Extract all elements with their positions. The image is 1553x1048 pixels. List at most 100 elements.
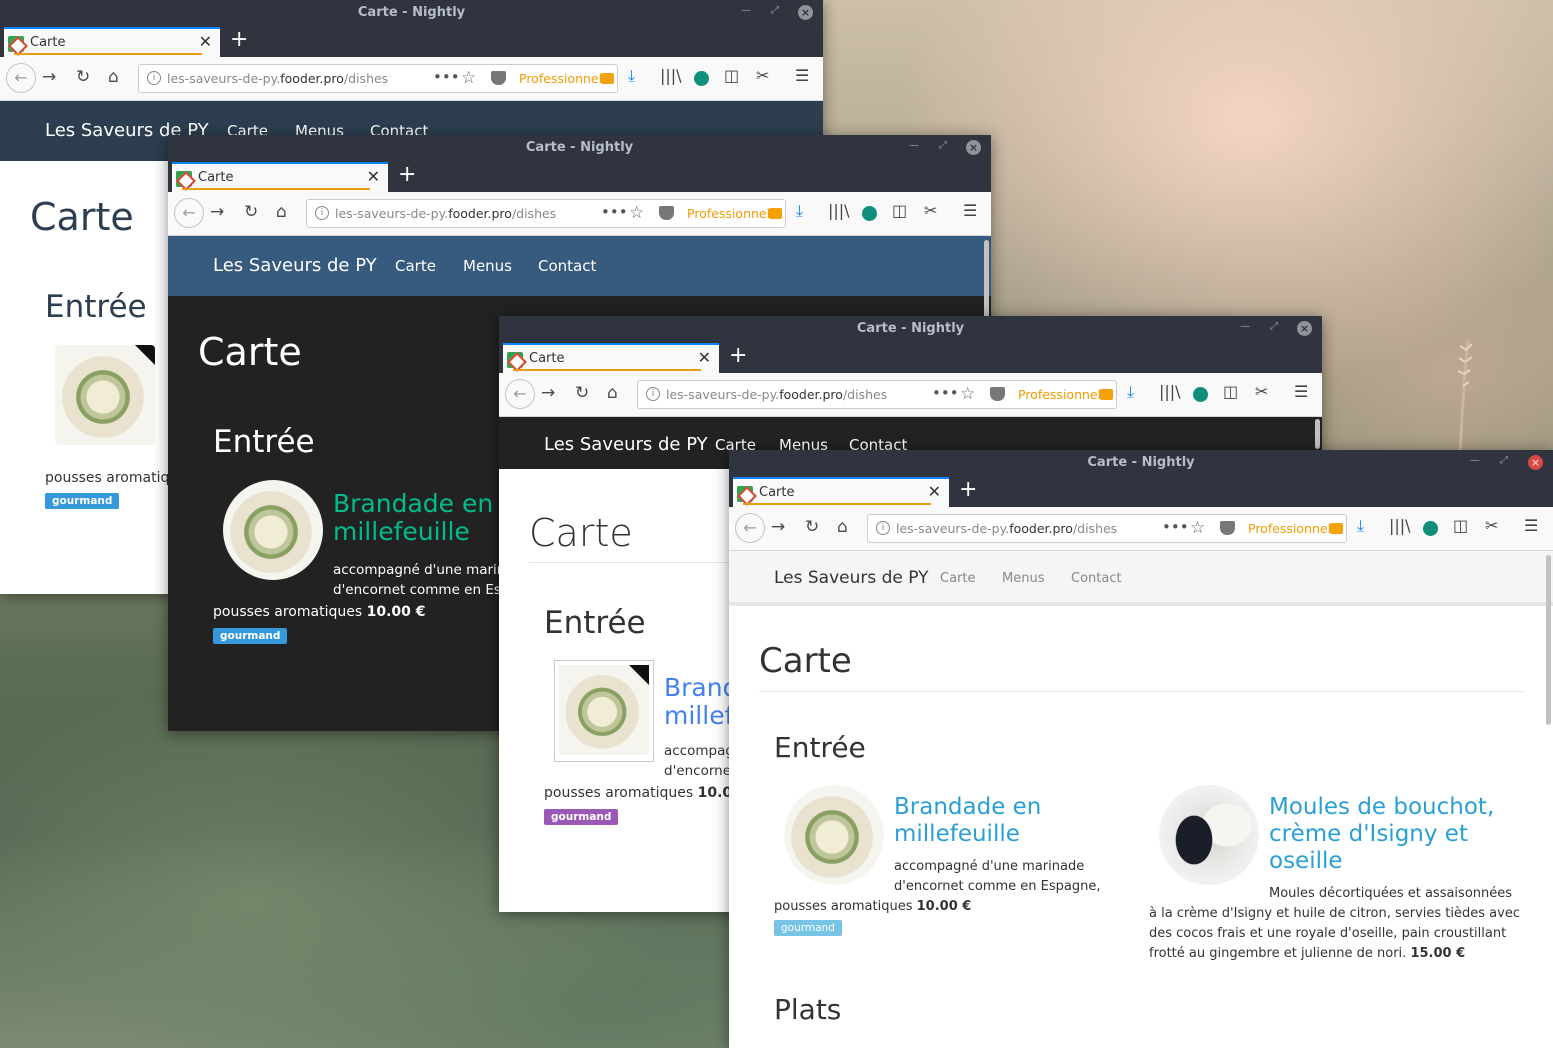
back-icon[interactable]: ← <box>505 379 535 409</box>
more-icon[interactable]: ••• <box>1162 518 1189 536</box>
download-icon[interactable]: ⤓ <box>628 66 635 86</box>
info-icon[interactable]: i <box>646 387 660 401</box>
download-icon[interactable]: ⤓ <box>796 201 803 221</box>
dish-name[interactable]: Brandade enmillefeuille <box>894 794 1041 848</box>
library-icon[interactable]: |||\ <box>1389 516 1411 535</box>
screenshot-icon[interactable]: ✂ <box>924 201 937 220</box>
forward-icon[interactable]: → <box>541 383 555 403</box>
maximize-icon[interactable]: ⤢ <box>939 140 947 151</box>
dish-name[interactable]: Moules de bouchot, crème d'Isigny et oseil… <box>1269 794 1494 875</box>
extension-icon[interactable] <box>1423 521 1438 536</box>
reload-icon[interactable]: ↻ <box>244 202 258 222</box>
url-bar[interactable]: i les-saveurs-de-py.fooder.pro/dishes ••… <box>867 514 1347 543</box>
maximize-icon[interactable]: ⤢ <box>771 5 779 16</box>
tab-carte[interactable]: Carte ✕ <box>4 27 220 57</box>
library-icon[interactable]: |||\ <box>828 201 850 220</box>
library-icon[interactable]: |||\ <box>1159 382 1181 401</box>
forward-icon[interactable]: → <box>210 202 224 222</box>
site-brand[interactable]: Les Saveurs de PY <box>544 434 708 455</box>
menu-icon[interactable]: ☰ <box>1524 516 1538 535</box>
more-icon[interactable]: ••• <box>601 203 628 221</box>
plus-icon[interactable]: + <box>959 477 977 502</box>
pocket-icon[interactable] <box>659 206 674 220</box>
minimize-icon[interactable]: — <box>741 5 751 16</box>
url-bar[interactable]: i les-saveurs-de-py.fooder.pro/dishes ••… <box>306 199 786 228</box>
site-brand[interactable]: Les Saveurs de PY <box>213 255 377 276</box>
download-icon[interactable]: ⤓ <box>1357 516 1364 536</box>
screenshot-icon[interactable]: ✂ <box>1255 382 1268 401</box>
browser-window-4: Carte - Nightly — ⤢ × Carte ✕ + ← → ↻ ⌂ … <box>729 450 1553 1048</box>
download-icon[interactable]: ⤓ <box>1127 382 1134 402</box>
menu-icon[interactable]: ☰ <box>1294 382 1308 401</box>
screenshot-icon[interactable]: ✂ <box>1485 516 1498 535</box>
info-icon[interactable]: i <box>876 521 890 535</box>
home-icon[interactable]: ⌂ <box>837 517 848 537</box>
menu-icon[interactable]: ☰ <box>795 66 809 85</box>
sidebar-icon[interactable]: ◫ <box>724 66 739 85</box>
close-icon[interactable]: ✕ <box>199 32 212 51</box>
nav-link-contact[interactable]: Contact <box>1071 571 1122 586</box>
window-close-icon[interactable]: × <box>966 140 981 155</box>
tab-carte[interactable]: Carte ✕ <box>733 477 949 507</box>
extension-icon[interactable] <box>1193 387 1208 402</box>
bookmark-star-icon[interactable]: ☆ <box>1190 518 1205 538</box>
plus-icon[interactable]: + <box>729 343 747 368</box>
info-icon[interactable]: i <box>315 206 329 220</box>
extension-icon[interactable] <box>862 206 877 221</box>
sidebar-icon[interactable]: ◫ <box>1453 516 1468 535</box>
reload-icon[interactable]: ↻ <box>76 67 90 87</box>
more-icon[interactable]: ••• <box>932 384 959 402</box>
minimize-icon[interactable]: — <box>909 140 919 151</box>
bookmark-star-icon[interactable]: ☆ <box>461 68 476 88</box>
nav-link-carte[interactable]: Carte <box>940 571 975 586</box>
menu-icon[interactable]: ☰ <box>963 201 977 220</box>
maximize-icon[interactable]: ⤢ <box>1500 455 1508 466</box>
window-close-icon[interactable]: × <box>798 5 813 20</box>
back-icon[interactable]: ← <box>735 513 765 543</box>
url-bar[interactable]: i les-saveurs-de-py.fooder.pro/dishes ••… <box>138 64 618 93</box>
window-close-icon[interactable]: × <box>1528 455 1543 470</box>
url-bar[interactable]: i les-saveurs-de-py.fooder.pro/dishes ••… <box>637 380 1117 409</box>
forward-icon[interactable]: → <box>771 517 785 537</box>
pocket-icon[interactable] <box>1220 521 1235 535</box>
plus-icon[interactable]: + <box>230 27 248 52</box>
sidebar-icon[interactable]: ◫ <box>1223 382 1238 401</box>
close-icon[interactable]: ✕ <box>698 348 711 367</box>
plus-icon[interactable]: + <box>398 162 416 187</box>
nav-link-menus[interactable]: Menus <box>1002 571 1044 586</box>
nav-link-contact[interactable]: Contact <box>538 257 596 275</box>
tab-carte[interactable]: Carte ✕ <box>503 343 719 373</box>
minimize-icon[interactable]: — <box>1470 455 1480 466</box>
maximize-icon[interactable]: ⤢ <box>1270 321 1278 332</box>
bookmark-star-icon[interactable]: ☆ <box>960 384 975 404</box>
scrollbar[interactable] <box>1546 555 1551 725</box>
close-icon[interactable]: ✕ <box>367 167 380 186</box>
more-icon[interactable]: ••• <box>433 68 460 86</box>
library-icon[interactable]: |||\ <box>660 66 682 85</box>
sidebar-icon[interactable]: ◫ <box>892 201 907 220</box>
bookmark-star-icon[interactable]: ☆ <box>629 203 644 223</box>
tab-carte[interactable]: Carte ✕ <box>172 162 388 192</box>
back-icon[interactable]: ← <box>174 198 204 228</box>
dish-name[interactable]: Brandade enmillefeuille <box>333 490 493 546</box>
site-brand[interactable]: Les Saveurs de PY <box>774 568 929 588</box>
screenshot-icon[interactable]: ✂ <box>756 66 769 85</box>
scrollbar[interactable] <box>1315 419 1320 449</box>
reload-icon[interactable]: ↻ <box>805 517 819 537</box>
close-icon[interactable]: ✕ <box>928 482 941 501</box>
pocket-icon[interactable] <box>491 71 506 85</box>
back-icon[interactable]: ← <box>6 63 36 93</box>
home-icon[interactable]: ⌂ <box>607 383 618 403</box>
info-icon[interactable]: i <box>147 71 161 85</box>
reload-icon[interactable]: ↻ <box>575 383 589 403</box>
window-close-icon[interactable]: × <box>1297 321 1312 336</box>
extension-icon[interactable] <box>694 71 709 86</box>
nav-link-carte[interactable]: Carte <box>395 257 436 275</box>
section-title: Entrée <box>774 731 866 764</box>
home-icon[interactable]: ⌂ <box>276 202 287 222</box>
pocket-icon[interactable] <box>990 387 1005 401</box>
nav-link-menus[interactable]: Menus <box>463 257 512 275</box>
forward-icon[interactable]: → <box>42 67 56 87</box>
home-icon[interactable]: ⌂ <box>108 67 119 87</box>
minimize-icon[interactable]: — <box>1240 321 1250 332</box>
